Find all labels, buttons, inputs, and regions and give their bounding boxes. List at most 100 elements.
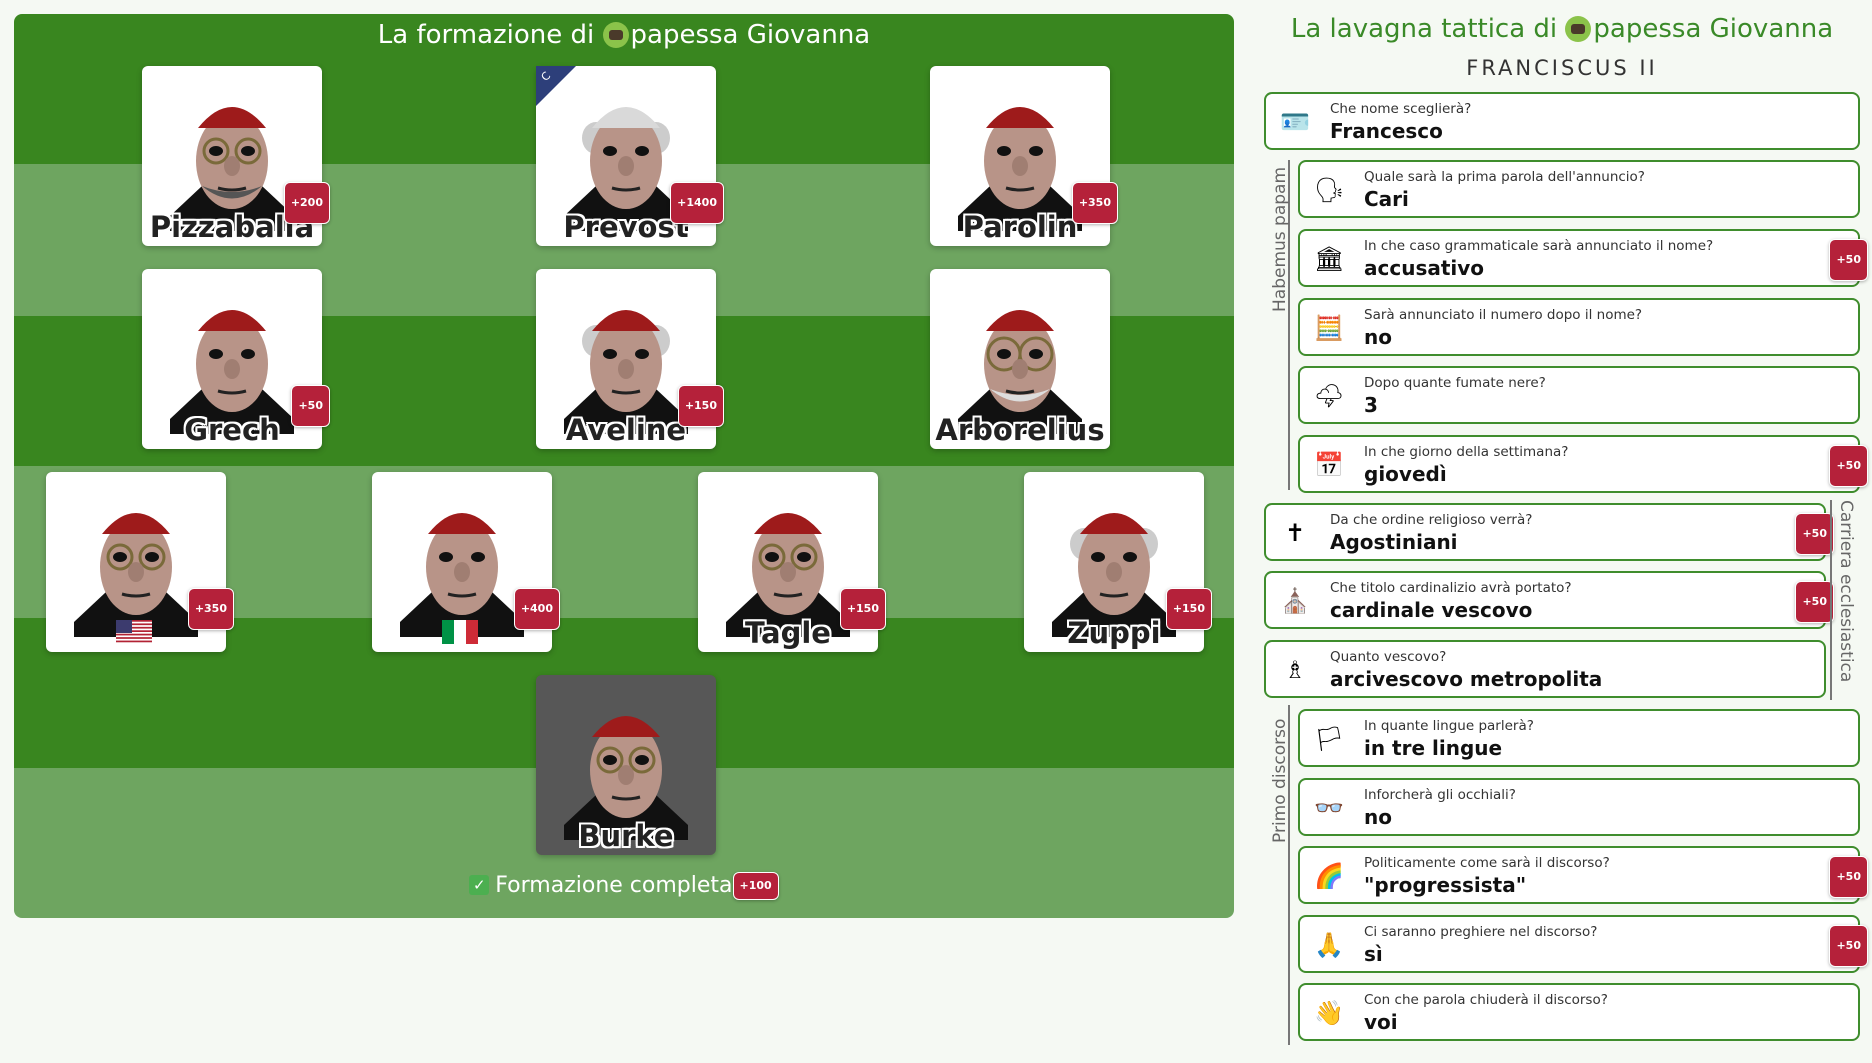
abacus-icon: 🧮	[1314, 314, 1344, 342]
prediction-item[interactable]: 👋 Con che parola chiuderà il discorso? voi	[1298, 983, 1860, 1041]
usa-flag-icon	[116, 620, 152, 644]
player-card[interactable]: Tagle +150	[698, 472, 886, 652]
prediction-item[interactable]: 🏛 In che caso grammaticale sarà annunciat…	[1298, 229, 1868, 287]
user-avatar-icon	[602, 22, 629, 48]
formation-title: La formazione di papessa Giovanna	[14, 20, 1234, 50]
prediction-answer: in tre lingue	[1364, 736, 1503, 760]
player-card[interactable]: Arborelius	[930, 269, 1110, 449]
prediction-question: Da che ordine religioso verrà?	[1330, 512, 1533, 528]
player-card[interactable]: Aveline +150	[536, 269, 724, 449]
prediction-answer: Agostiniani	[1330, 530, 1458, 554]
player-card[interactable]: Pizzaballa +200	[142, 66, 330, 246]
check-mark-icon: ✓	[469, 875, 490, 895]
bishop-icon: ♗	[1284, 656, 1306, 684]
prediction-item[interactable]: ⛪ Che titolo cardinalizio avrà portato? ca…	[1264, 571, 1834, 629]
formation-complete-status: ✓ Formazione completa +100	[14, 872, 1234, 900]
prediction-item[interactable]: 🧮 Sarà annunciato il numero dopo il nome?…	[1298, 298, 1860, 356]
board-owner[interactable]: papessa Giovanna	[1593, 14, 1833, 44]
praying-hands-icon: 🙏	[1314, 931, 1344, 959]
points-badge: +50	[1829, 239, 1868, 281]
board-title-text: La lavagna tattica di	[1290, 14, 1566, 44]
formation-complete-label: Formazione completa	[495, 873, 733, 898]
points-badge: +150	[1165, 588, 1212, 630]
points-badge: +50	[1829, 445, 1868, 487]
player-card[interactable]: C Prevost +1400	[536, 66, 724, 246]
prediction-question: Che nome sceglierà?	[1330, 101, 1472, 117]
rainbow-icon: 🌈	[1314, 862, 1344, 890]
prediction-question: Quanto vescovo?	[1330, 649, 1447, 665]
prediction-item[interactable]: 🪪 Che nome sceglierà? Francesco	[1264, 92, 1860, 150]
points-badge: +100	[732, 872, 779, 900]
prediction-question: In quante lingue parlerà?	[1364, 718, 1534, 734]
prediction-question: Con che parola chiuderà il discorso?	[1364, 992, 1608, 1008]
points-badge: +150	[839, 588, 886, 630]
prediction-answer: sì	[1364, 942, 1383, 966]
church-icon: ⛪	[1280, 587, 1310, 615]
waving-hand-icon: 👋	[1314, 999, 1344, 1027]
prediction-item[interactable]: 🙏 Ci saranno preghiere nel discorso? sì +50	[1298, 915, 1868, 973]
prediction-question: Politicamente come sarà il discorso?	[1364, 855, 1610, 871]
player-card[interactable]: +350	[46, 472, 234, 652]
prediction-item[interactable]: ✝ Da che ordine religioso verrà? Agostinia…	[1264, 503, 1834, 561]
prediction-answer: 3	[1364, 393, 1378, 417]
player-name: Arborelius	[935, 413, 1105, 447]
storm-cloud-icon: 🌩	[1314, 382, 1345, 410]
group-label-discorso: Primo discorso	[1270, 718, 1290, 843]
points-badge: +150	[677, 385, 724, 427]
player-card[interactable]: Zuppi +150	[1024, 472, 1212, 652]
prediction-question: Quale sarà la prima parola dell'annuncio…	[1364, 169, 1645, 185]
formation-title-text: La formazione di	[377, 20, 603, 50]
group-line-carriera	[1830, 500, 1832, 700]
points-badge: +350	[187, 588, 234, 630]
latin-cross-icon: ✝	[1284, 519, 1306, 547]
player-card[interactable]: Burke	[536, 675, 716, 855]
prediction-answer: no	[1364, 805, 1392, 829]
formation-owner[interactable]: papessa Giovanna	[631, 20, 871, 50]
prediction-question: Ci saranno preghiere nel discorso?	[1364, 924, 1598, 940]
prediction-item[interactable]: 📅 In che giorno della settimana? giovedì +5…	[1298, 435, 1868, 493]
points-badge: +50	[1795, 513, 1834, 555]
group-label-habemus: Habemus papam	[1270, 166, 1290, 312]
points-badge: +50	[1795, 581, 1834, 623]
prediction-question: Sarà annunciato il numero dopo il nome?	[1364, 307, 1643, 323]
points-badge: +50	[291, 385, 330, 427]
prediction-answer: Cari	[1364, 187, 1409, 211]
points-badge: +50	[1829, 856, 1868, 898]
formation-field: La formazione di papessa Giovanna Pizzab…	[14, 14, 1234, 918]
user-avatar-icon	[1565, 16, 1592, 42]
player-card[interactable]: +400	[372, 472, 560, 652]
prediction-answer: giovedì	[1364, 462, 1447, 486]
points-badge: +350	[1071, 182, 1118, 224]
prediction-question: In che caso grammaticale sarà annunciato…	[1364, 238, 1714, 254]
prediction-answer: no	[1364, 325, 1392, 349]
italy-flag-icon	[442, 620, 478, 644]
prediction-item[interactable]: 🏳 In quante lingue parlerà? in tre lingue	[1298, 709, 1860, 767]
prediction-item[interactable]: 🌩 Dopo quante fumate nere? 3	[1298, 366, 1860, 424]
points-badge: +50	[1829, 925, 1868, 967]
prediction-answer: "progressista"	[1364, 873, 1527, 897]
group-label-carriera: Carriera ecclesiastica	[1836, 500, 1856, 683]
prediction-answer: voi	[1364, 1010, 1398, 1034]
board-title: La lavagna tattica di papessa Giovanna	[1262, 14, 1862, 44]
prediction-item[interactable]: 🗣 Quale sarà la prima parola dell'annunci…	[1298, 160, 1860, 218]
prediction-answer: Francesco	[1330, 119, 1443, 143]
speaking-head-icon: 🗣	[1314, 176, 1345, 204]
calendar-icon: 📅	[1314, 451, 1344, 479]
classical-building-icon: 🏛	[1314, 245, 1345, 273]
prediction-question: In che giorno della settimana?	[1364, 444, 1569, 460]
player-card[interactable]: Grech +50	[142, 269, 330, 449]
points-badge: +200	[283, 182, 330, 224]
glasses-icon: 👓	[1314, 794, 1344, 822]
board-subtitle: FRANCISCUS II	[1466, 56, 1658, 80]
prediction-question: Che titolo cardinalizio avrà portato?	[1330, 580, 1572, 596]
prediction-question: Inforcherà gli occhiali?	[1364, 787, 1516, 803]
prediction-question: Dopo quante fumate nere?	[1364, 375, 1546, 391]
vatican-flag-icon: 🏳	[1314, 725, 1345, 753]
id-card-icon: 🪪	[1280, 108, 1310, 136]
prediction-item[interactable]: 👓 Inforcherà gli occhiali? no	[1298, 778, 1860, 836]
points-badge: +1400	[670, 182, 724, 224]
prediction-item[interactable]: 🌈 Politicamente come sarà il discorso? "pr…	[1298, 846, 1868, 904]
player-card[interactable]: Parolin +350	[930, 66, 1118, 246]
prediction-item[interactable]: ♗ Quanto vescovo? arcivescovo metropolita	[1264, 640, 1826, 698]
prediction-answer: accusativo	[1364, 256, 1485, 280]
